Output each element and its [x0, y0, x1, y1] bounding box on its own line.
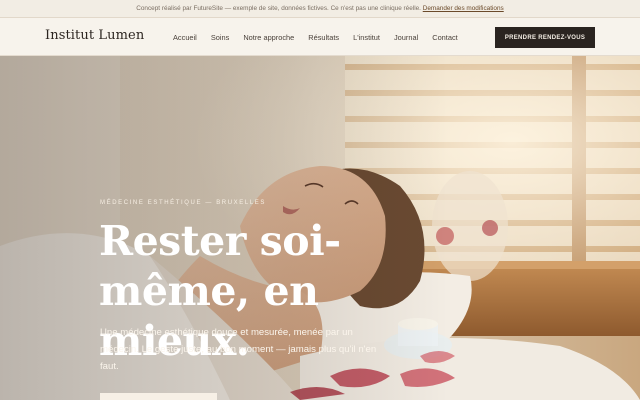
- book-appointment-button[interactable]: PRENDRE RENDEZ-VOUS: [495, 27, 595, 48]
- demo-notice-banner: Concept réalisé par FutureSite — exemple…: [0, 0, 640, 18]
- nav-item-resultats[interactable]: Résultats: [308, 33, 339, 42]
- nav-item-contact[interactable]: Contact: [432, 33, 457, 42]
- nav-item-notre-approche[interactable]: Notre approche: [243, 33, 294, 42]
- site-logo[interactable]: Institut Lumen: [45, 28, 144, 43]
- hero-primary-button[interactable]: [100, 393, 217, 400]
- nav-item-accueil[interactable]: Accueil: [173, 33, 197, 42]
- nav-item-institut[interactable]: L'institut: [353, 33, 380, 42]
- hero-eyebrow: MÉDECINE ESTHÉTIQUE — BRUXELLES: [100, 200, 266, 206]
- request-changes-link[interactable]: Demander des modifications: [423, 5, 504, 12]
- site-header: Institut Lumen Accueil Soins Notre appro…: [0, 18, 640, 56]
- main-nav: Accueil Soins Notre approche Résultats L…: [173, 33, 458, 42]
- demo-notice-text: Concept réalisé par FutureSite — exemple…: [136, 5, 423, 12]
- hero-subtext: Une médecine esthétique douce et mesurée…: [100, 327, 377, 372]
- nav-item-journal[interactable]: Journal: [394, 33, 418, 42]
- hero-section: MÉDECINE ESTHÉTIQUE — BRUXELLES Rester s…: [0, 56, 640, 400]
- nav-item-soins[interactable]: Soins: [211, 33, 230, 42]
